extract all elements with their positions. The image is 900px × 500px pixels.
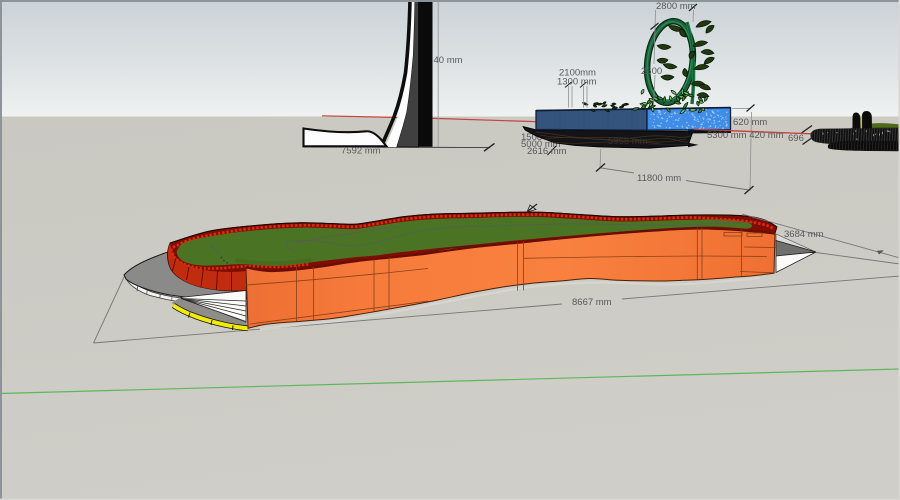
svg-text:2616 mm: 2616 mm (527, 146, 567, 157)
svg-text:5300 mm 420 mm: 5300 mm 420 mm (707, 130, 784, 141)
svg-text:620 mm: 620 mm (733, 117, 767, 128)
svg-text:5958 mm: 5958 mm (608, 136, 648, 147)
svg-text:1300 mm: 1300 mm (557, 77, 597, 88)
svg-text:7592 mm: 7592 mm (341, 146, 381, 157)
svg-text:11800 mm: 11800 mm (637, 173, 681, 184)
svg-text:2600: 2600 (641, 66, 662, 77)
svg-text:2800 mm: 2800 mm (656, 1, 696, 12)
svg-text:3684 mm: 3684 mm (784, 229, 824, 240)
svg-text:696: 696 (788, 133, 804, 144)
svg-text:40 mm: 40 mm (434, 55, 463, 66)
svg-text:8667 mm: 8667 mm (572, 297, 612, 308)
